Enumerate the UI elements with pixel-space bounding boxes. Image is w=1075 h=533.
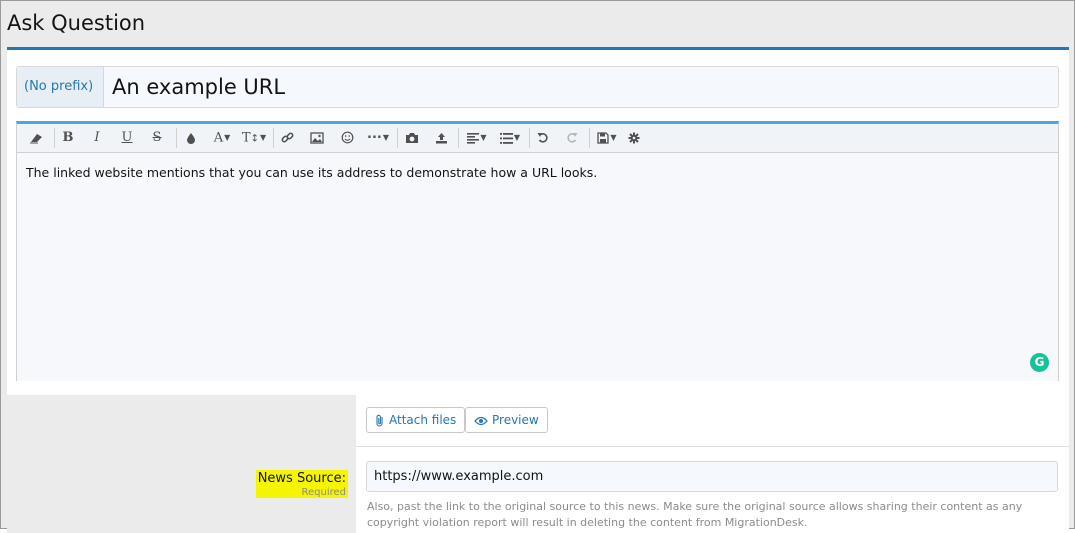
attach-files-label: Attach files — [389, 413, 457, 427]
chevron-down-icon: ▼ — [382, 133, 389, 142]
strikethrough-button[interactable]: S — [147, 127, 167, 149]
font-icon: A — [213, 130, 224, 146]
paperclip-icon — [376, 414, 383, 427]
remove-format-button[interactable] — [25, 127, 47, 149]
screenshot-button[interactable] — [401, 127, 423, 149]
image-button[interactable] — [307, 127, 327, 149]
chevron-down-icon: ▼ — [224, 133, 231, 142]
title-input[interactable] — [110, 67, 1055, 107]
align-left-icon — [467, 132, 480, 144]
eraser-icon — [30, 133, 42, 143]
required-label: Required — [255, 487, 348, 498]
undo-icon — [537, 132, 548, 143]
eye-icon — [474, 416, 488, 425]
updown-icon: ↕ — [250, 133, 259, 145]
italic-button[interactable]: I — [87, 127, 107, 149]
drafts-button[interactable]: ▼ — [593, 127, 621, 149]
attach-files-button[interactable]: Attach files — [366, 407, 466, 433]
camera-icon — [406, 132, 418, 143]
rich-text-editor: B I U S A▼ T↕▼ ···▼ ▼ ▼ ▼ The linked web… — [16, 121, 1059, 381]
chevron-down-icon: ▼ — [513, 133, 521, 142]
news-source-label-block: News Source: Required — [255, 467, 348, 498]
image-icon — [310, 131, 324, 144]
droplet-icon — [187, 132, 195, 144]
smilies-button[interactable] — [337, 127, 357, 149]
list-icon — [499, 132, 513, 144]
form-label-column — [7, 395, 356, 533]
editor-toolbar: B I U S A▼ T↕▼ ···▼ ▼ ▼ ▼ — [17, 124, 1058, 153]
editor-content[interactable]: The linked website mentions that you can… — [17, 154, 1058, 381]
question-form: (No prefix) B I U S — [7, 47, 1069, 533]
undo-button[interactable] — [533, 127, 553, 149]
attachment-row: Attach files Preview — [356, 395, 1069, 447]
bold-button[interactable]: B — [58, 127, 78, 149]
prefix-label: (No prefix) — [24, 79, 94, 94]
ellipsis-icon: ··· — [367, 130, 382, 146]
link-button[interactable] — [277, 127, 297, 149]
chevron-down-icon: ▼ — [259, 133, 267, 142]
preview-label: Preview — [492, 413, 539, 427]
toolbar-separator — [397, 128, 398, 148]
list-button[interactable]: ▼ — [495, 127, 525, 149]
text-size-icon: T — [241, 130, 251, 146]
toolbar-separator — [589, 128, 590, 148]
title-row: (No prefix) — [16, 66, 1059, 129]
underline-icon: U — [121, 130, 133, 145]
chevron-down-icon: ▼ — [610, 133, 617, 142]
link-icon — [281, 132, 293, 143]
prefix-dropdown[interactable]: (No prefix) — [17, 67, 104, 129]
news-source-hint: Also, past the link to the original sour… — [367, 500, 1023, 529]
font-size-button[interactable]: A▼ — [209, 127, 235, 149]
chevron-down-icon: ▼ — [480, 133, 487, 142]
redo-button[interactable] — [562, 127, 582, 149]
smiley-icon — [341, 131, 353, 144]
redo-icon — [567, 132, 578, 143]
ask-question-window: Ask Question (No prefix) B I U — [0, 0, 1075, 533]
strikethrough-icon: S — [152, 130, 162, 145]
settings-button[interactable] — [624, 127, 644, 149]
news-source-label: News Source: — [255, 470, 348, 487]
align-button[interactable]: ▼ — [463, 127, 491, 149]
toolbar-separator — [176, 128, 177, 148]
text-color-button[interactable] — [180, 127, 202, 149]
news-source-input[interactable] — [366, 461, 1058, 492]
italic-icon: I — [94, 130, 100, 145]
preview-button[interactable]: Preview — [465, 407, 548, 433]
underline-button[interactable]: U — [117, 127, 137, 149]
page-title: Ask Question — [7, 11, 146, 35]
more-options-button[interactable]: ···▼ — [364, 127, 392, 149]
toolbar-separator — [54, 128, 55, 148]
toolbar-separator — [458, 128, 459, 148]
save-icon — [597, 132, 610, 144]
upload-button[interactable] — [430, 127, 452, 149]
gear-icon — [628, 132, 640, 143]
news-source-field: Also, past the link to the original sour… — [356, 448, 1069, 533]
bold-icon: B — [62, 130, 74, 145]
toolbar-separator — [529, 128, 530, 148]
upload-icon — [435, 132, 447, 143]
grammarly-icon[interactable]: G — [1030, 353, 1049, 372]
toolbar-separator — [273, 128, 274, 148]
text-size-button[interactable]: T↕▼ — [240, 127, 268, 149]
